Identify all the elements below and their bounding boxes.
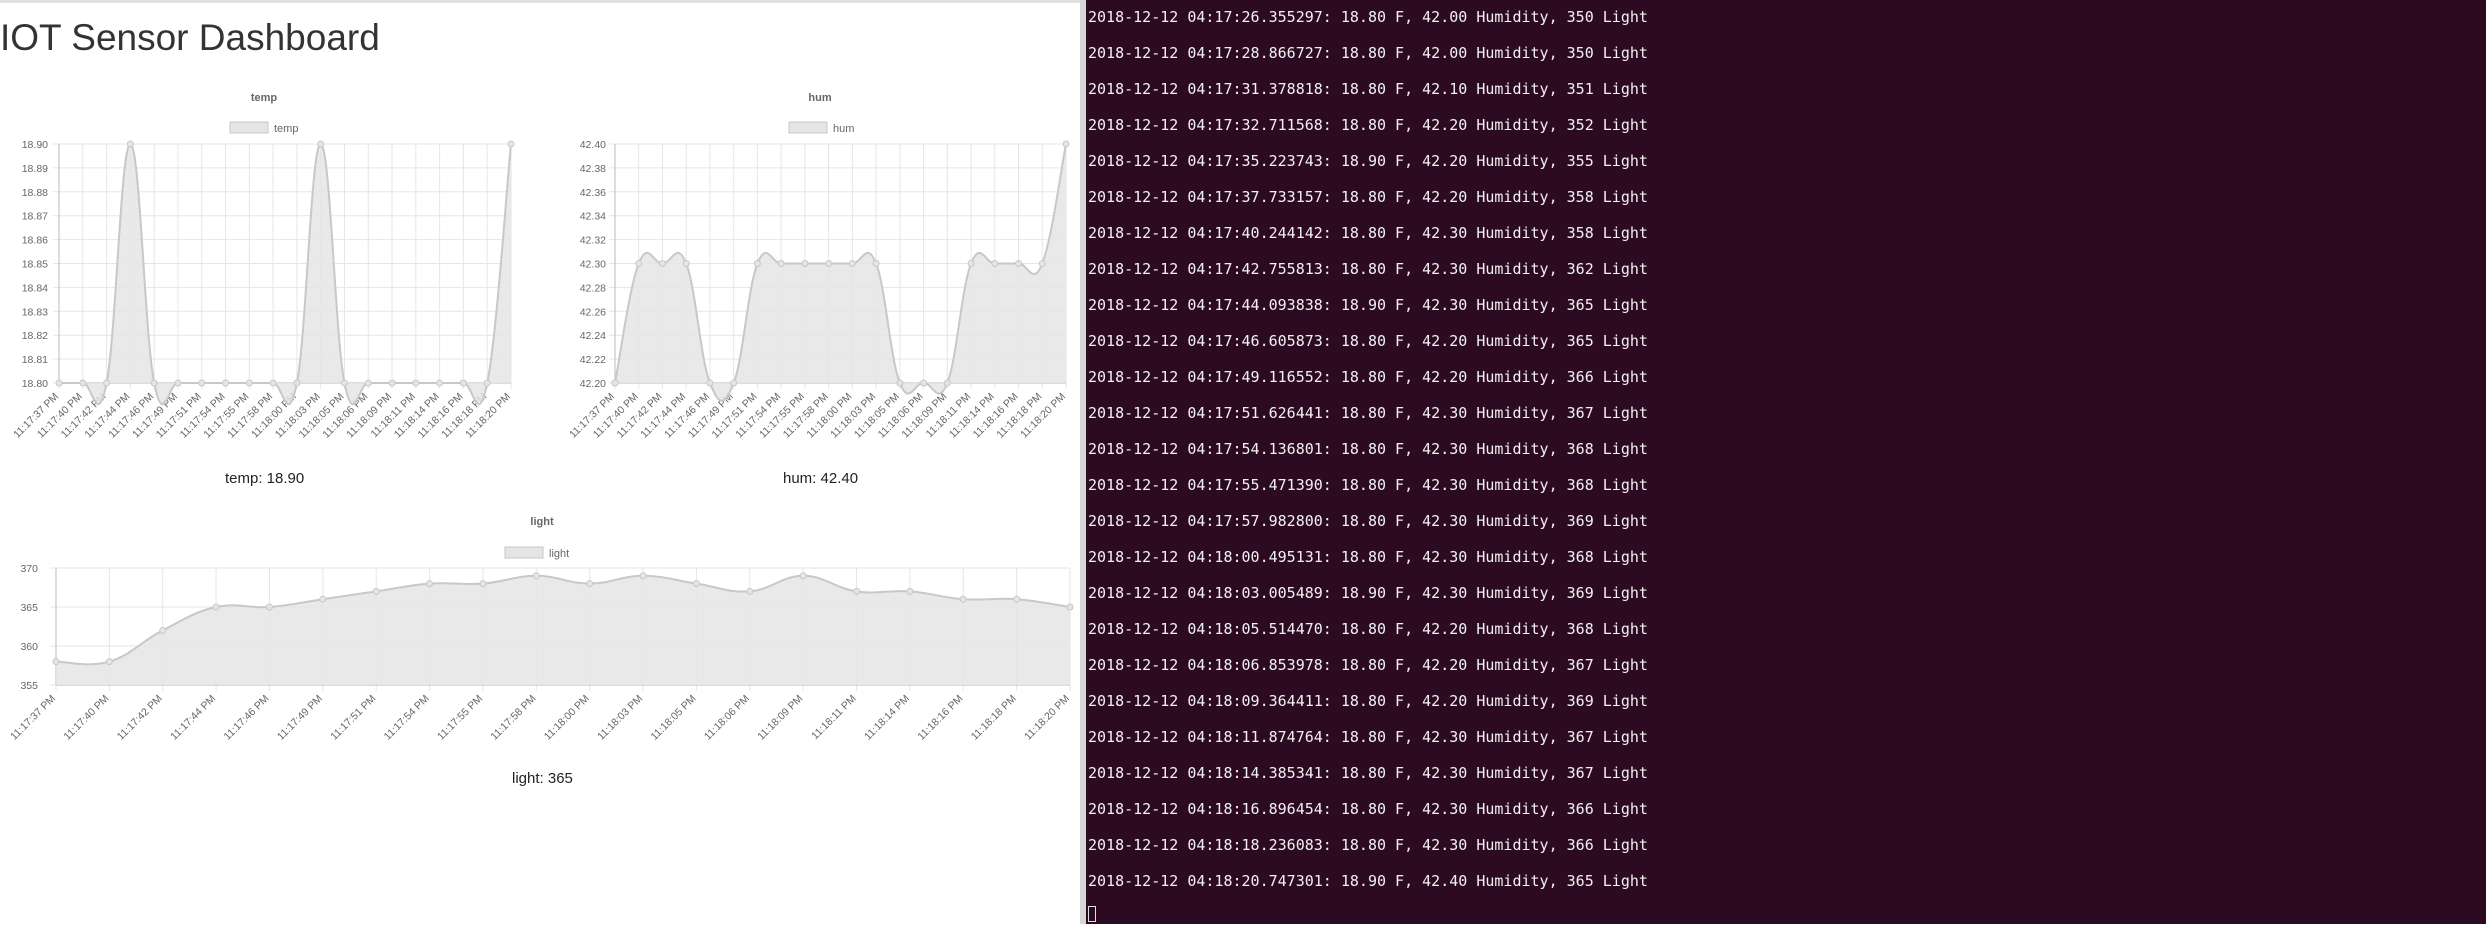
x-tick-label: 11:17:54 PM [382,693,432,743]
browser-viewport: IOT Sensor Dashboard temp temp 18.90 18.89 1… [0,0,1080,924]
terminal-line: 2018-12-12 04:18:00.495131: 18.80 F, 42.… [1088,548,1648,566]
x-tick-label: 11:18:16 PM [915,693,965,743]
terminal-line: 2018-12-12 04:17:28.866727: 18.80 F, 42.… [1088,44,1648,62]
x-tick-label: 11:18:11 PM [809,693,858,742]
data-point[interactable] [586,580,594,588]
terminal-line: 2018-12-12 04:17:35.223743: 18.90 F, 42.… [1088,152,1648,170]
x-tick-label: 11:17:51 PM [328,693,378,743]
data-point[interactable] [52,658,60,666]
terminal-line: 2018-12-12 04:17:31.378818: 18.80 F, 42.… [1088,80,1648,98]
x-tick-label: 11:18:09 PM [755,693,805,743]
terminal-line: 2018-12-12 04:17:37.733157: 18.80 F, 42.… [1088,188,1648,206]
terminal-line: 2018-12-12 04:18:16.896454: 18.80 F, 42.… [1088,800,1648,818]
data-point[interactable] [906,587,914,595]
terminal-line: 2018-12-12 04:18:20.747301: 18.90 F, 42.… [1088,872,1648,890]
data-point[interactable] [532,572,540,580]
legend-swatch[interactable] [504,546,544,559]
data-point[interactable] [746,587,754,595]
data-point[interactable] [265,603,273,611]
terminal-line: 2018-12-12 04:17:49.116552: 18.80 F, 42.… [1088,368,1648,386]
x-tick-label: 11:17:49 PM [275,693,325,743]
data-point[interactable] [479,580,487,588]
data-point[interactable] [1013,595,1021,603]
terminal-output: 2018-12-12 04:17:26.355297: 18.80 F, 42.… [1088,7,1648,907]
terminal-line: 2018-12-12 04:18:18.236083: 18.80 F, 42.… [1088,836,1648,854]
x-tick-label: 11:17:55 PM [435,693,485,743]
data-point[interactable] [105,658,113,666]
terminal-line: 2018-12-12 04:18:06.853978: 18.80 F, 42.… [1088,656,1648,674]
data-point[interactable] [212,603,220,611]
x-tick-label: 11:18:18 PM [969,693,1019,743]
x-tick-label: 11:17:46 PM [222,693,272,743]
terminal-line: 2018-12-12 04:18:09.364411: 18.80 F, 42.… [1088,692,1648,710]
terminal-line: 2018-12-12 04:17:57.982800: 18.80 F, 42.… [1088,512,1648,530]
y-tick-label: 370 [20,563,38,575]
chart-title: light [530,516,554,528]
light-chart: lightlight37036536035511:17:37 PM 11:17:4… [8,516,1074,743]
terminal-line: 2018-12-12 04:17:32.711568: 18.80 F, 42.… [1088,116,1648,134]
data-point[interactable] [1066,603,1074,611]
x-tick-label: 11:18:05 PM [649,693,699,743]
x-tick-label: 11:18:00 PM [542,693,592,743]
data-point[interactable] [853,587,861,595]
data-point[interactable] [959,595,967,603]
x-tick-label: 11:17:58 PM [488,693,538,743]
terminal-window[interactable]: 2018-12-12 04:17:26.355297: 18.80 F, 42.… [1086,0,2486,924]
x-tick-label: 11:17:44 PM [168,693,218,743]
y-tick-label: 365 [20,602,38,614]
terminal-line: 2018-12-12 04:18:11.874764: 18.80 F, 42.… [1088,728,1648,746]
terminal-line: 2018-12-12 04:17:46.605873: 18.80 F, 42.… [1088,332,1648,350]
hum-readout: hum: 42.40 [783,470,859,487]
temp-readout: temp: 18.90 [225,470,305,487]
light-readout: light: 365 [512,770,573,787]
data-point[interactable] [639,572,647,580]
x-tick-label: 11:17:40 PM [61,693,111,743]
x-tick-label: 11:18:03 PM [595,693,645,743]
y-tick-label: 355 [20,680,38,692]
terminal-line: 2018-12-12 04:17:42.755813: 18.80 F, 42.… [1088,260,1648,278]
terminal-line: 2018-12-12 04:18:14.385341: 18.80 F, 42.… [1088,764,1648,782]
data-point[interactable] [159,626,167,634]
terminal-line: 2018-12-12 04:17:51.626441: 18.80 F, 42.… [1088,404,1648,422]
terminal-line: 2018-12-12 04:17:55.471390: 18.80 F, 42.… [1088,476,1648,494]
data-point[interactable] [426,580,434,588]
x-tick-label: 11:17:42 PM [115,693,165,743]
x-tick-label: 11:18:20 PM [1022,693,1072,743]
data-point[interactable] [692,580,700,588]
data-point[interactable] [372,587,380,595]
terminal-line: 2018-12-12 04:17:40.244142: 18.80 F, 42.… [1088,224,1648,242]
y-tick-label: 360 [20,641,38,653]
terminal-line: 2018-12-12 04:18:03.005489: 18.90 F, 42.… [1088,584,1648,602]
terminal-line: 2018-12-12 04:18:05.514470: 18.80 F, 42.… [1088,620,1648,638]
terminal-line: 2018-12-12 04:17:26.355297: 18.80 F, 42.… [1088,8,1648,26]
terminal-line: 2018-12-12 04:17:44.093838: 18.90 F, 42.… [1088,296,1648,314]
x-tick-label: 11:17:37 PM [8,693,58,743]
x-tick-label: 11:18:14 PM [862,693,912,743]
terminal-cursor [1088,906,1096,922]
data-point[interactable] [799,572,807,580]
x-tick-label: 11:18:06 PM [702,693,752,743]
legend-label[interactable]: light [549,548,569,560]
data-point[interactable] [319,595,327,603]
terminal-line: 2018-12-12 04:17:54.136801: 18.80 F, 42.… [1088,440,1648,458]
